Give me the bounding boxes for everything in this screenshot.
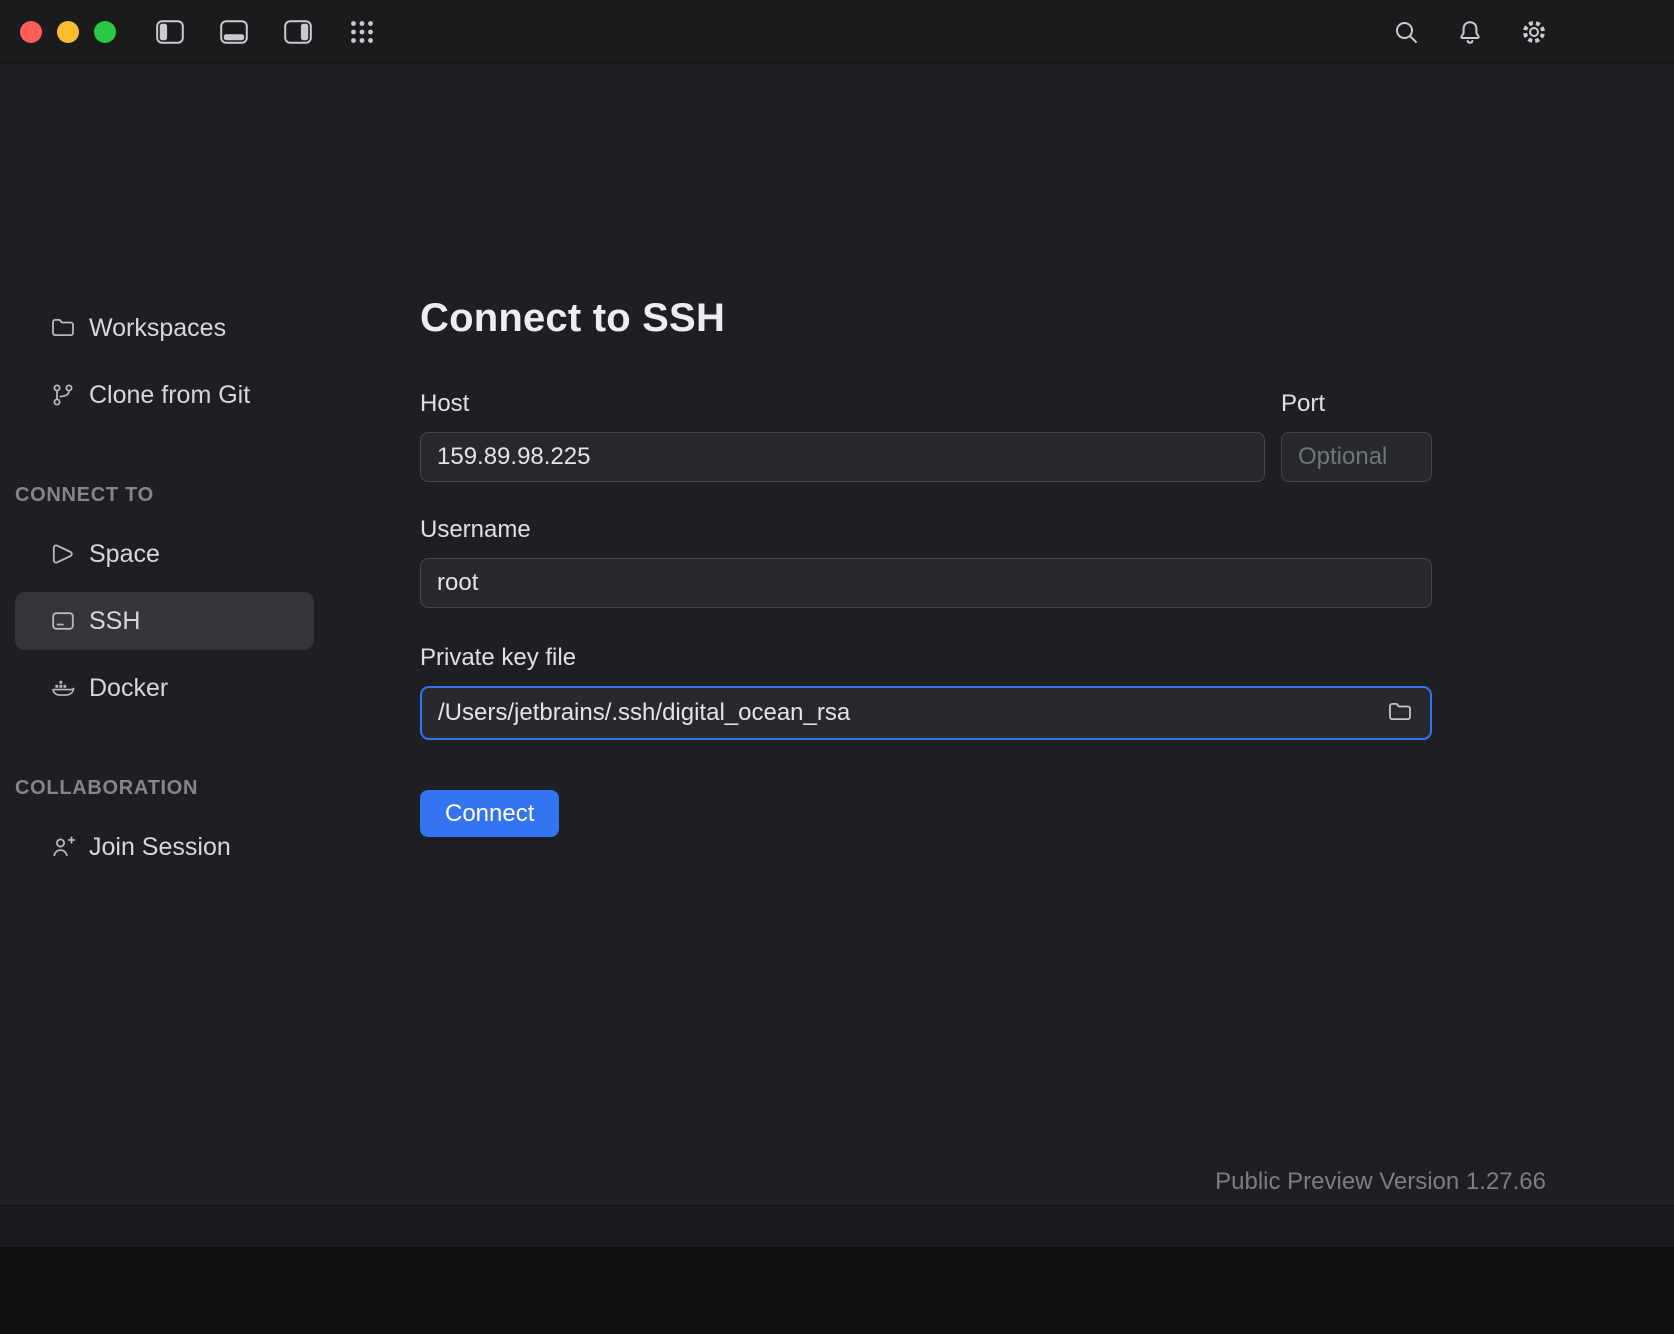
panel-left-icon [156,20,184,44]
private-key-label: Private key file [420,643,1432,672]
toggle-bottom-panel-button[interactable] [216,14,252,50]
app-window: Workspaces Clone from Git CONNECT TO [0,0,1674,1334]
toggle-left-panel-button[interactable] [152,14,188,50]
sidebar-item-ssh[interactable]: SSH [15,592,314,650]
space-logo-icon [50,541,76,567]
panel-right-icon [284,20,312,44]
sidebar-item-clone-from-git[interactable]: Clone from Git [15,366,314,424]
sidebar-section-collaboration: COLLABORATION [15,777,420,800]
version-text: Public Preview Version 1.27.66 [1215,1168,1546,1196]
private-key-input-wrapper [420,686,1432,740]
window-content: Workspaces Clone from Git CONNECT TO [0,64,1674,1205]
port-input[interactable] [1281,432,1432,482]
bell-icon [1456,18,1484,46]
bottom-strip [0,1247,1674,1334]
sidebar-item-join-session[interactable]: Join Session [15,818,314,876]
search-icon [1392,18,1420,46]
search-button[interactable] [1388,14,1424,50]
titlebar-right-group [1388,14,1552,50]
sidebar-item-label: Docker [89,674,168,703]
gear-icon [1520,18,1548,46]
sidebar: Workspaces Clone from Git CONNECT TO [0,64,420,1205]
docker-icon [50,675,76,701]
sidebar-section-connect-to: CONNECT TO [15,484,420,507]
grid-dots-icon [348,18,376,46]
minimize-window-button[interactable] [57,21,79,43]
browse-key-file-button[interactable] [1380,693,1420,733]
connect-to-ssh-panel: Connect to SSH Host Port Username Privat… [420,64,1674,1205]
folder-browse-icon [1387,699,1413,728]
private-key-input[interactable] [422,688,1380,738]
page-title: Connect to SSH [420,296,1432,341]
panel-bottom-icon [220,20,248,44]
settings-button[interactable] [1516,14,1552,50]
notifications-button[interactable] [1452,14,1488,50]
sidebar-item-workspaces[interactable]: Workspaces [15,299,314,357]
terminal-display-icon [50,608,76,634]
username-field-group: Username [420,515,1432,608]
port-field-group: Port [1281,389,1432,482]
connect-button[interactable]: Connect [420,790,559,837]
toggle-right-panel-button[interactable] [280,14,316,50]
private-key-field-group: Private key file [420,643,1432,740]
sidebar-item-docker[interactable]: Docker [15,659,314,717]
host-input[interactable] [420,432,1265,482]
host-label: Host [420,389,1265,418]
sidebar-item-label: Join Session [89,833,231,862]
titlebar [0,0,1674,64]
git-branch-icon [50,382,76,408]
sidebar-item-space[interactable]: Space [15,525,314,583]
sidebar-item-label: Space [89,540,160,569]
port-label: Port [1281,389,1432,418]
sidebar-item-label: SSH [89,607,140,636]
traffic-lights [20,21,116,43]
app-grid-button[interactable] [344,14,380,50]
close-window-button[interactable] [20,21,42,43]
sidebar-item-label: Clone from Git [89,381,250,410]
person-plus-icon [50,834,76,860]
username-label: Username [420,515,1432,544]
folder-icon [50,315,76,341]
sidebar-item-label: Workspaces [89,314,226,343]
host-port-row: Host Port [420,389,1432,482]
host-field-group: Host [420,389,1265,482]
bottom-panel-band [0,1205,1674,1248]
zoom-window-button[interactable] [94,21,116,43]
panel-toggle-group [152,14,380,50]
username-input[interactable] [420,558,1432,608]
